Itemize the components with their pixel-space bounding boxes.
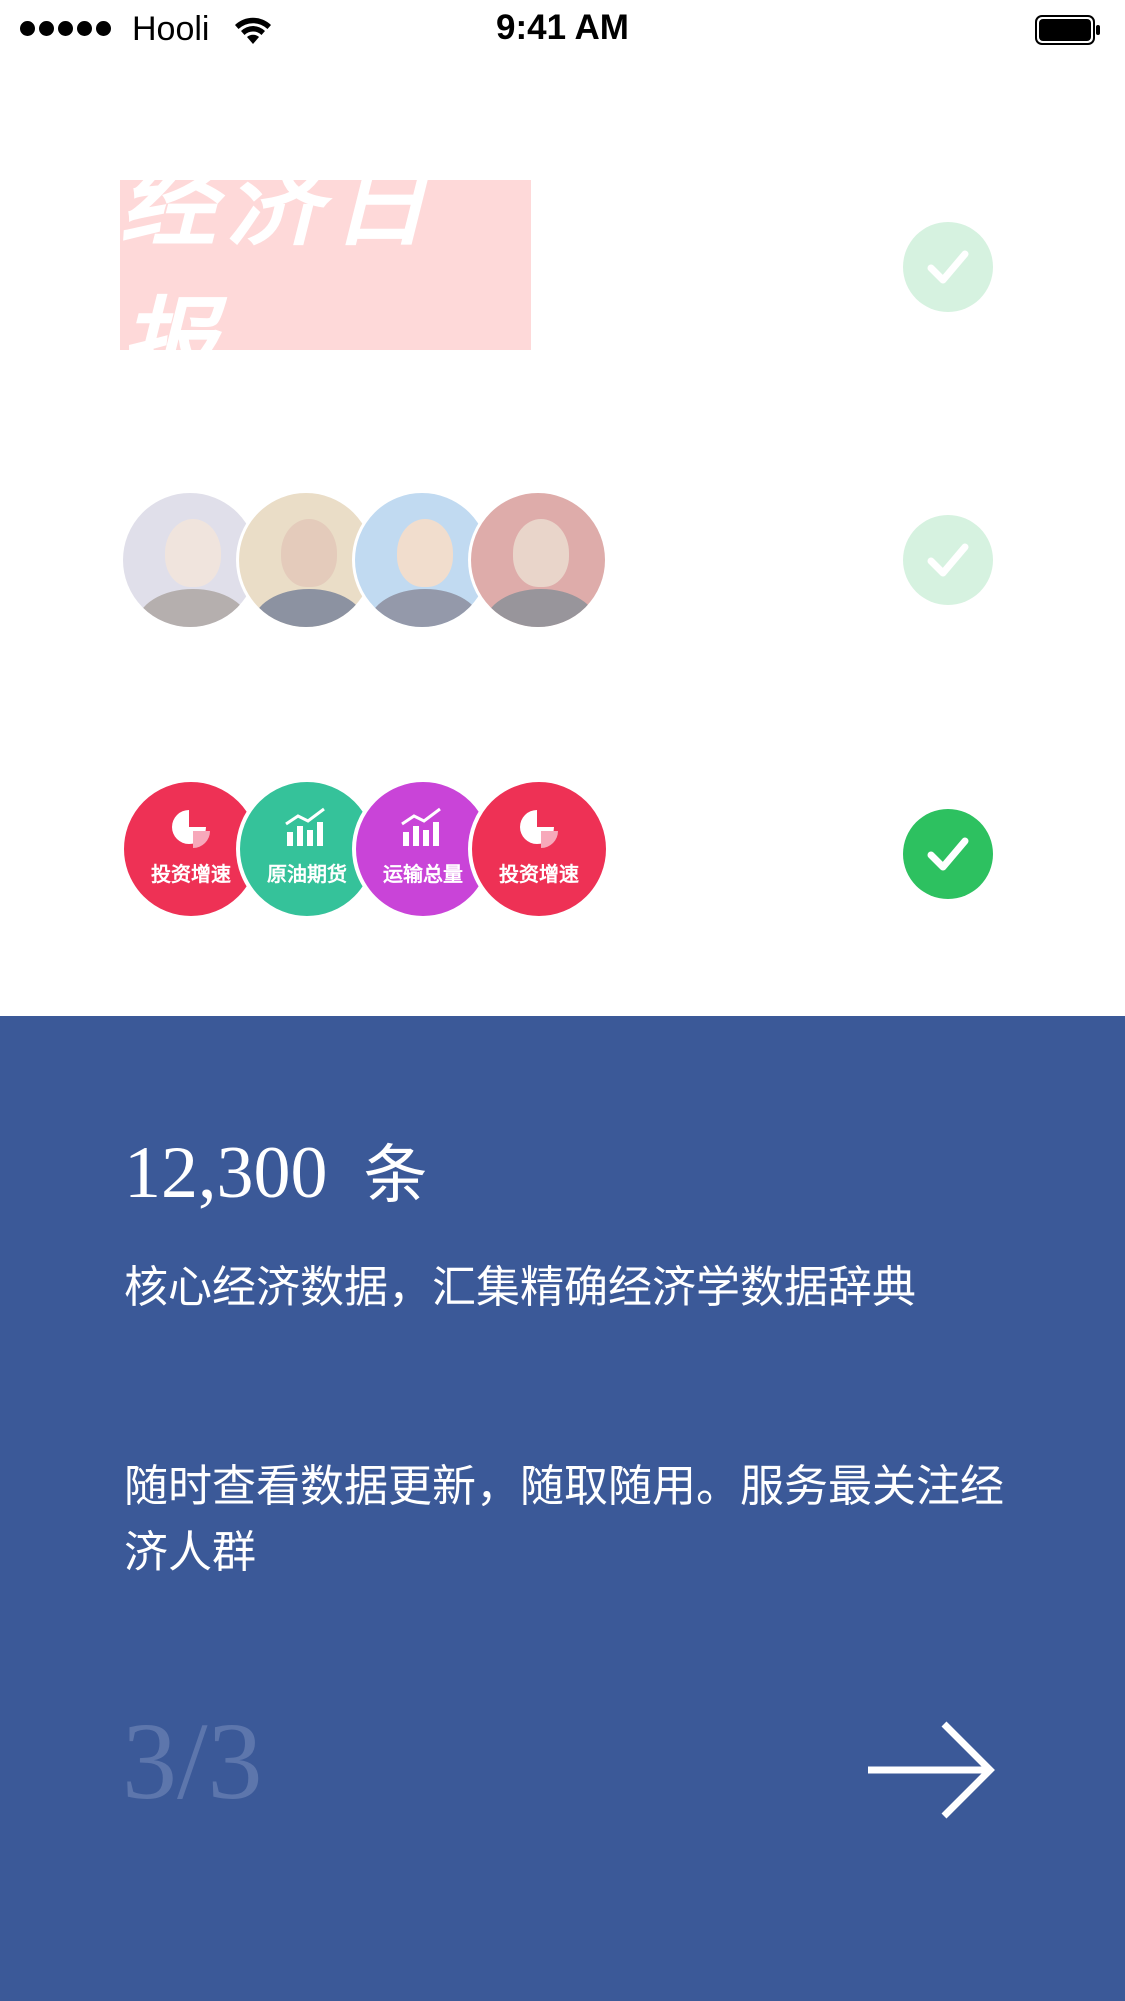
bar-chart-icon: [401, 807, 441, 846]
status-bar: Hooli 9:41 AM: [0, 0, 1125, 60]
status-time: 9:41 AM: [496, 8, 629, 47]
data-category-icons: 投资增速 原油期货 运输总量 投资增速: [120, 778, 620, 920]
page-indicator: 3/3: [122, 1700, 263, 1822]
data-count: 12,300 条: [124, 1124, 428, 1216]
avatar: [468, 490, 608, 630]
pie-chart-icon: [172, 809, 210, 848]
description-secondary: 随时查看数据更新，随取随用。服务最关注经济人群: [124, 1461, 1004, 1578]
expert-avatars: [120, 490, 620, 632]
newspaper-check-icon: [903, 222, 993, 312]
pie-chart-icon: [520, 809, 558, 848]
data-count-unit: 条: [363, 1139, 428, 1213]
newspaper-logo: 经济日报: [120, 147, 531, 399]
data-count-value: 12,300: [124, 1132, 328, 1214]
next-button[interactable]: [862, 1710, 1002, 1830]
arrow-right-icon: [868, 1721, 995, 1819]
newspaper-logo-text: 经济日报: [120, 147, 438, 399]
battery-icon: [1035, 15, 1100, 45]
experts-check-icon: [903, 515, 993, 605]
bar-chart-icon: [285, 807, 325, 846]
data-check-icon: [903, 809, 993, 899]
info-panel: 12,300 条 核心经济数据，汇集精确经济学数据辞典 随时查看数据更新，随取随用…: [0, 1016, 1125, 2001]
description-primary: 核心经济数据，汇集精确经济学数据辞典: [124, 1262, 916, 1313]
onboarding-screen: Hooli 9:41 AM 经济日报 投资增速 原油期货 运输总量 投资增速 1…: [0, 0, 1125, 2001]
data-icon-investment-2: 投资增速: [468, 778, 610, 920]
